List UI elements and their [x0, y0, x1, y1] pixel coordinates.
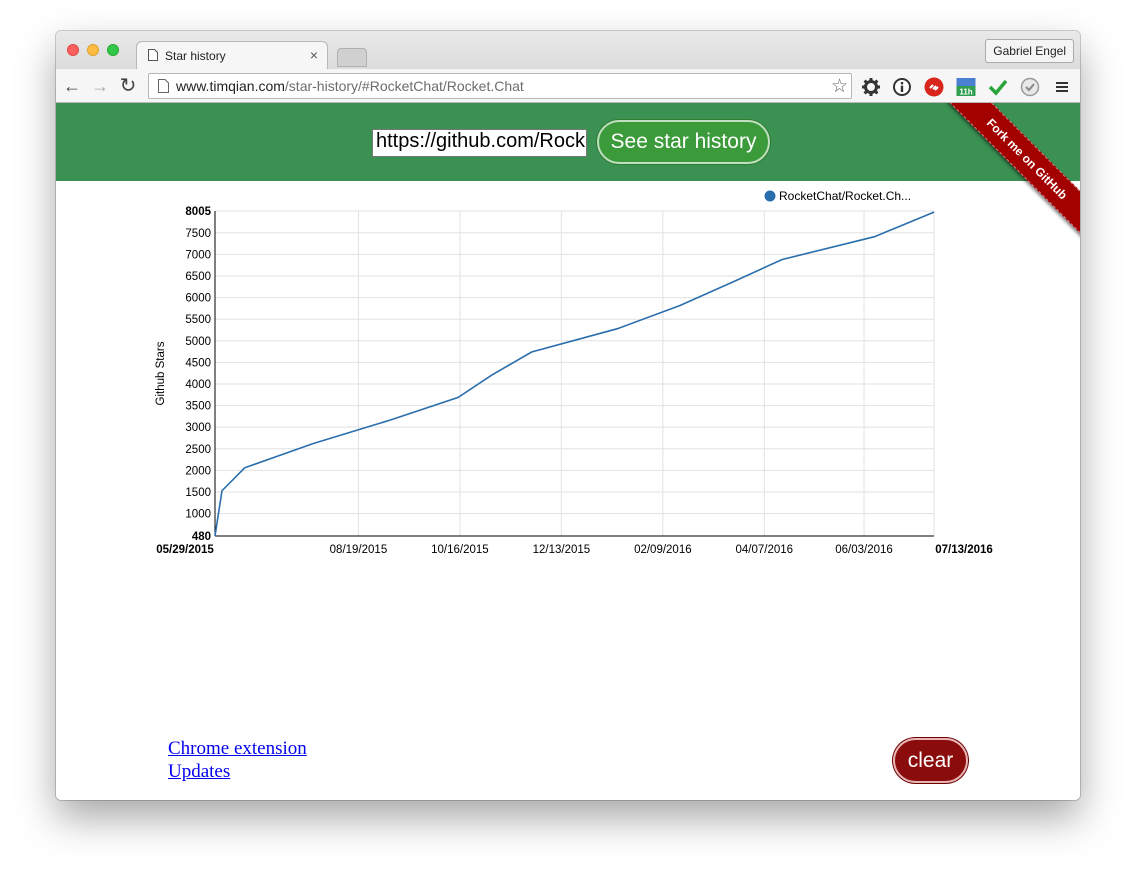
- info-icon[interactable]: [892, 77, 912, 97]
- y-axis-label: Github Stars: [155, 341, 167, 405]
- close-window-button[interactable]: [67, 44, 79, 56]
- browser-window: Star history × Gabriel Engel ← → ↻ www.t…: [56, 31, 1080, 800]
- calendar-badge-text: 11h: [959, 88, 972, 97]
- x-tick-label: 10/16/2015: [431, 544, 489, 556]
- reload-button[interactable]: ↻: [118, 76, 138, 96]
- y-tick-label: 480: [192, 531, 211, 543]
- menu-icon[interactable]: [1052, 77, 1072, 97]
- checkmark-icon[interactable]: [988, 77, 1008, 97]
- series-line: [214, 211, 935, 537]
- gear-icon[interactable]: [861, 77, 881, 97]
- y-tick-label: 1500: [185, 487, 211, 499]
- y-tick-label: 7500: [185, 228, 211, 240]
- page-header: https://github.com/RocketChat/Rocket.Cha…: [56, 103, 1080, 181]
- page-icon: [148, 49, 158, 61]
- y-tick-label: 6000: [185, 293, 211, 305]
- updates-link[interactable]: Updates: [168, 760, 307, 783]
- chrome-extension-link[interactable]: Chrome extension: [168, 737, 307, 760]
- page-icon: [158, 79, 169, 93]
- y-tick-label: 6500: [185, 271, 211, 283]
- minimize-window-button[interactable]: [87, 44, 99, 56]
- x-tick-label: 06/03/2016: [835, 544, 893, 556]
- tab-title: Star history: [165, 49, 226, 63]
- star-history-chart: 480 1000 1500 2000 2500 3000 3500 4000 4500 5000 5…: [155, 189, 993, 556]
- x-tick-label: 07/13/2016: [935, 544, 993, 556]
- y-tick-label: 5000: [185, 336, 211, 348]
- x-tick-label: 04/07/2016: [736, 544, 794, 556]
- badge-icon[interactable]: [1020, 77, 1040, 97]
- y-tick-label: 2500: [185, 444, 211, 456]
- x-tick-label: 02/09/2016: [634, 544, 692, 556]
- address-bar[interactable]: www.timqian.com/star-history/#RocketChat…: [148, 73, 852, 99]
- legend-marker: [764, 190, 776, 202]
- y-tick-label: 1000: [185, 509, 211, 521]
- y-tick-label: 2000: [185, 465, 211, 477]
- x-tick-label: 05/29/2015: [156, 544, 214, 556]
- y-tick-label: 4500: [185, 357, 211, 369]
- y-tick-label: 5500: [185, 314, 211, 326]
- close-tab-icon[interactable]: ×: [310, 47, 318, 63]
- y-tick-label: 7000: [185, 249, 211, 261]
- footer-links: Chrome extension Updates: [168, 737, 307, 783]
- y-tick-label: 4000: [185, 379, 211, 391]
- repo-url-input[interactable]: https://github.com/RocketChat/Rocket.Cha…: [372, 129, 587, 157]
- url-text: www.timqian.com/star-history/#RocketChat…: [176, 78, 524, 94]
- bookmark-star-icon[interactable]: ☆: [831, 75, 848, 98]
- legend-label: RocketChat/Rocket.Ch...: [779, 189, 911, 203]
- x-tick-label: 12/13/2015: [533, 544, 591, 556]
- tab-star-history[interactable]: Star history ×: [136, 41, 328, 69]
- url-path: /star-history/#RocketChat/Rocket.Chat: [284, 78, 524, 94]
- url-host: www.timqian.com: [176, 78, 285, 94]
- y-tick-label: 3000: [185, 422, 211, 434]
- back-button[interactable]: ←: [62, 76, 82, 96]
- y-tick-label: 8005: [185, 206, 211, 218]
- new-tab-button[interactable]: [337, 48, 367, 67]
- adblock-icon[interactable]: [924, 77, 944, 97]
- x-tick-label: 08/19/2015: [330, 544, 388, 556]
- calendar-icon[interactable]: 11h: [956, 77, 976, 97]
- browser-toolbar: ← → ↻ www.timqian.com/star-history/#Rock…: [56, 69, 1080, 103]
- y-tick-label: 3500: [185, 401, 211, 413]
- clear-button[interactable]: clear: [893, 738, 968, 783]
- see-star-history-button[interactable]: See star history: [597, 120, 770, 164]
- forward-button[interactable]: →: [90, 76, 110, 96]
- profile-button[interactable]: Gabriel Engel: [985, 39, 1074, 63]
- zoom-window-button[interactable]: [107, 44, 119, 56]
- tab-strip: Star history × Gabriel Engel: [56, 31, 1080, 69]
